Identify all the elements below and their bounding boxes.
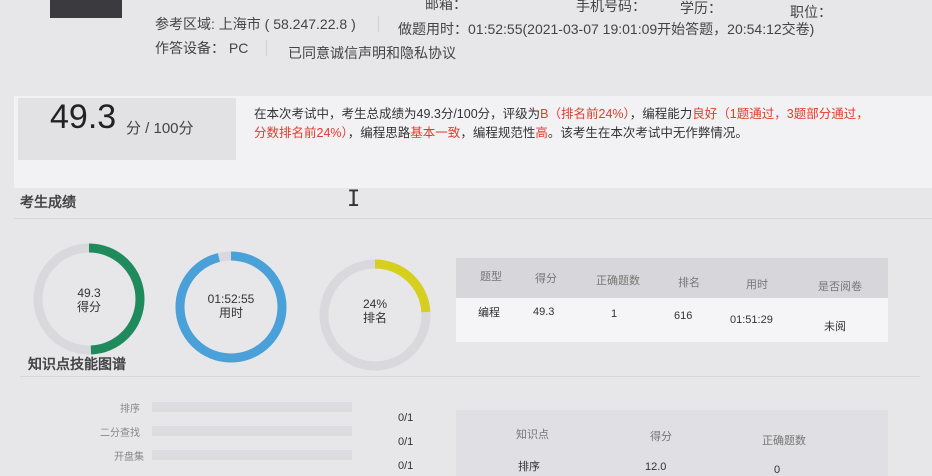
cell-reviewed[interactable]: 未阅 [824, 318, 846, 334]
summary-text: 。该考生在本次考试中无作弊情况。 [547, 126, 748, 140]
skill-label: 二分查找 [100, 428, 140, 439]
skill-bar [152, 402, 352, 412]
time-gauge-label: 用时 [218, 306, 243, 320]
cell-rank: 616 [674, 310, 693, 322]
skill-col-header-point: 知识点 [516, 429, 549, 441]
col-header-correct: 正确题数 [596, 275, 640, 287]
summary-text: 在本次考试中，考生总成绩为49.3分/100分，评级为 [254, 107, 541, 121]
skill-cell-point: 排序 [518, 461, 540, 473]
device-info: 作答设备： PC [155, 40, 249, 56]
section-divider [20, 376, 920, 377]
text-cursor-icon: I [347, 187, 361, 212]
section-title-score: 考生成绩 [20, 194, 76, 210]
score-gauge-label: 得分 [76, 300, 101, 314]
header-label-education: 学历： [680, 0, 722, 16]
cell-score: 49.3 [533, 306, 555, 318]
agreement-info: 已同意诚信声明和隐私协议 [288, 45, 456, 61]
skill-label: 排序 [120, 404, 140, 415]
total-score-value: 49.3 [50, 98, 117, 136]
skill-fraction: 0/1 [398, 412, 414, 424]
skill-col-header-correct: 正确题数 [762, 435, 806, 447]
section-title-skills: 知识点技能图谱 [28, 356, 126, 372]
col-header-time: 用时 [746, 279, 768, 291]
duration-info: 做题用时：01:52:55(2021-03-07 19:01:09开始答题，20… [398, 21, 815, 37]
region-info: 参考区域: 上海市 ( 58.247.22.8 ) [155, 16, 356, 32]
skill-bar [152, 426, 352, 436]
score-gauge-value: 49.3 [77, 286, 101, 300]
cell-time: 01:51:29 [730, 314, 773, 326]
skill-bar [152, 450, 352, 460]
rank-gauge-label: 排名 [362, 311, 387, 325]
summary-text: ，编程规范性 [460, 126, 536, 140]
cell-correct: 1 [611, 308, 618, 320]
total-score-suffix: 分 / 100分 [126, 120, 194, 137]
skill-fraction: 0/1 [398, 460, 414, 472]
summary-text: ，编程思路 [347, 126, 411, 140]
summary-norm: 高 [535, 126, 548, 140]
header-label-phone: 手机号码： [576, 0, 646, 14]
section-divider [14, 218, 932, 219]
time-gauge-value: 01:52:55 [207, 292, 255, 306]
header-divider [266, 40, 267, 56]
rank-gauge-value: 24% [362, 297, 388, 311]
col-header-reviewed: 是否阅卷 [818, 281, 862, 293]
header-divider [378, 16, 379, 32]
skill-label: 开盘集 [114, 452, 144, 463]
summary-thinking: 基本一致 [410, 126, 461, 140]
skill-cell-correct: 0 [774, 464, 781, 476]
col-header-type: 题型 [480, 271, 502, 283]
col-header-rank: 排名 [678, 277, 700, 289]
skill-col-header-score: 得分 [650, 431, 672, 443]
col-header-score: 得分 [535, 273, 557, 285]
avatar [50, 0, 122, 18]
header-label-email: 邮箱： [425, 0, 467, 12]
summary-text: ，编程能力 [629, 107, 693, 121]
summary-grade: B（排名前24%） [540, 107, 630, 121]
skill-cell-score: 12.0 [645, 461, 667, 473]
cell-type: 编程 [478, 307, 500, 319]
skill-fraction: 0/1 [398, 436, 414, 448]
evaluation-summary: 在本次考试中，考生总成绩为49.3分/100分，评级为B（排名前24%），编程能… [254, 105, 874, 143]
